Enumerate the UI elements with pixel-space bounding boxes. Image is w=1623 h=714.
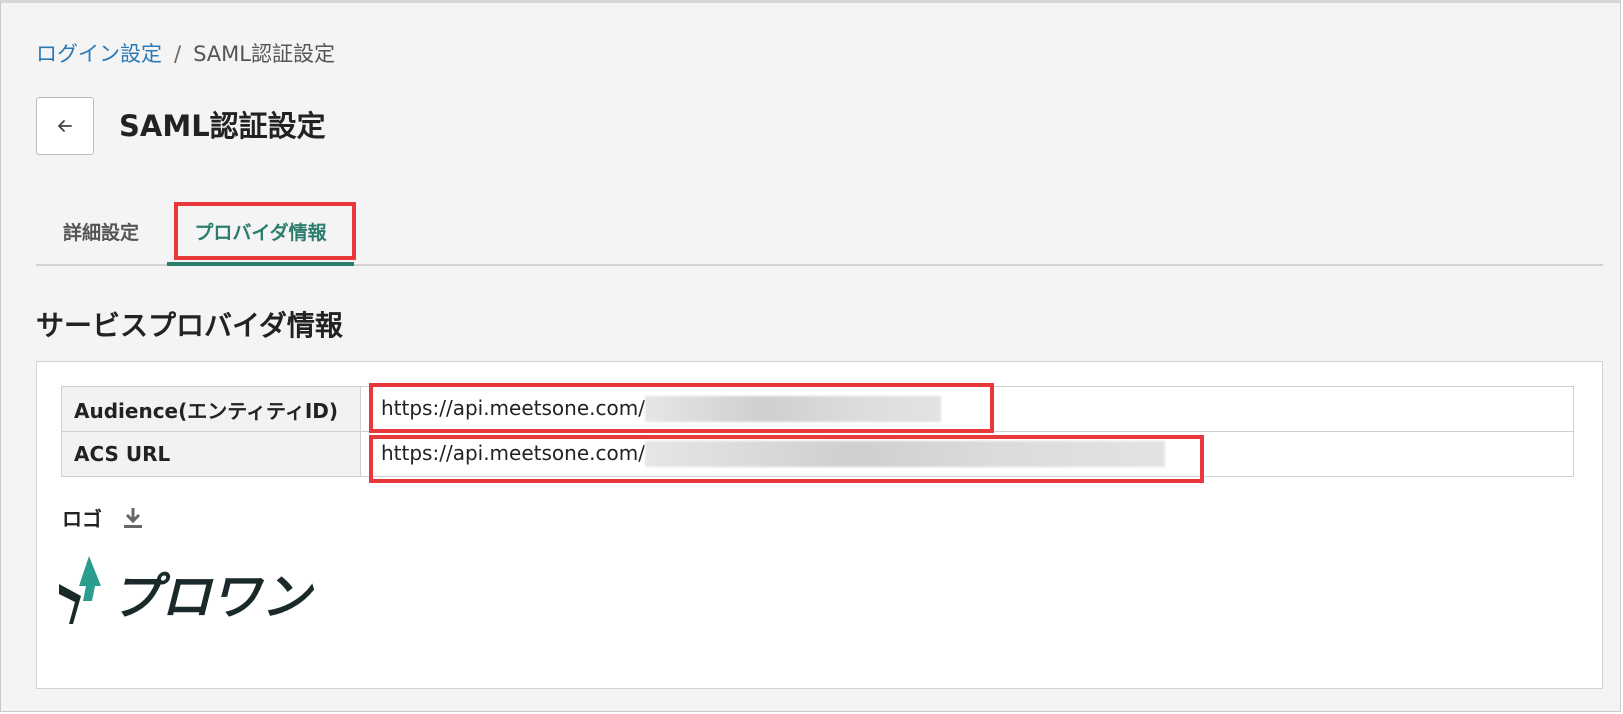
logo-mark-dark	[59, 584, 81, 624]
logo-label: ロゴ	[62, 507, 102, 531]
table-row: ACS URL https://api.meetsone.com/	[61, 431, 1574, 477]
brand-logo-text: プロワン	[111, 568, 315, 626]
tab-label: 詳細設定	[62, 221, 139, 244]
audience-value-cell: https://api.meetsone.com/	[360, 386, 1574, 432]
page-title: SAML認証設定	[119, 109, 326, 143]
breadcrumb-link-login-settings[interactable]: ログイン設定	[36, 42, 162, 66]
breadcrumb: ログイン設定 / SAML認証設定	[36, 39, 335, 69]
app-window: ログイン設定 / SAML認証設定 SAML認証設定 詳細設定 プロバイダ情報 サー…	[0, 0, 1621, 712]
provider-info-panel: Audience(エンティティID) https://api.meetsone.…	[36, 361, 1603, 689]
breadcrumb-current: SAML認証設定	[193, 42, 335, 66]
tab-bar: 詳細設定 プロバイダ情報	[36, 198, 1603, 266]
active-tab-indicator	[167, 262, 354, 266]
download-icon[interactable]	[120, 505, 146, 531]
acs-url-label: ACS URL	[61, 431, 361, 477]
redacted-text	[644, 396, 941, 423]
provider-info-table: Audience(エンティティID) https://api.meetsone.…	[61, 386, 1574, 477]
tab-provider-info[interactable]: プロバイダ情報	[167, 198, 354, 266]
tab-label: プロバイダ情報	[194, 221, 327, 244]
breadcrumb-separator: /	[174, 42, 182, 66]
logo-mark-teal	[79, 556, 101, 601]
section-title: サービスプロバイダ情報	[36, 309, 343, 342]
tab-detail-settings[interactable]: 詳細設定	[36, 198, 166, 264]
audience-label: Audience(エンティティID)	[61, 386, 361, 432]
table-row: Audience(エンティティID) https://api.meetsone.…	[61, 386, 1574, 432]
audience-value[interactable]: https://api.meetsone.com/	[381, 396, 645, 420]
acs-url-value-cell: https://api.meetsone.com/	[360, 431, 1574, 477]
back-button[interactable]	[36, 97, 94, 155]
arrow-left-icon	[58, 120, 72, 132]
acs-url-value[interactable]: https://api.meetsone.com/	[381, 441, 645, 465]
brand-logo: プロワン	[59, 556, 315, 626]
logo-section-header: ロゴ	[62, 503, 146, 532]
redacted-text	[644, 441, 1165, 468]
